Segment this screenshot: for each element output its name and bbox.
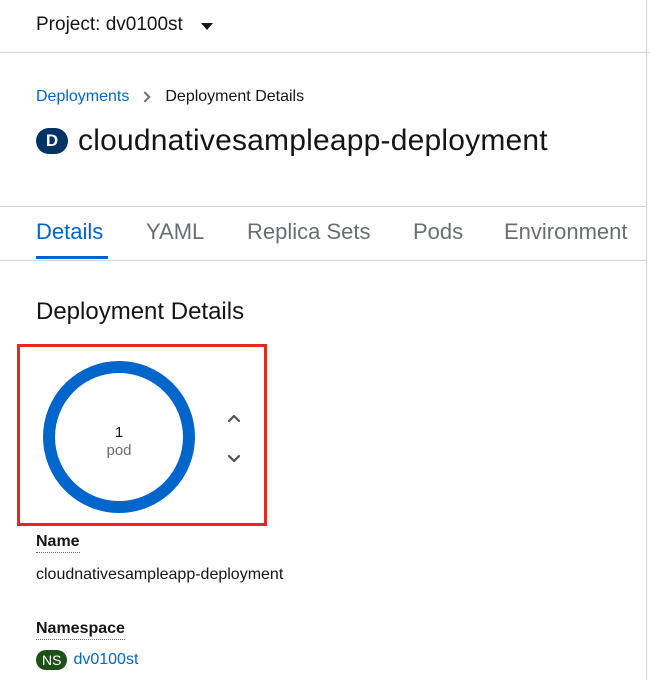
section-heading: Deployment Details	[36, 298, 245, 325]
breadcrumb-current: Deployment Details	[165, 88, 305, 105]
tab-yaml[interactable]: YAML	[146, 219, 204, 245]
angle-down-icon[interactable]	[225, 450, 243, 468]
tab-bar: Details YAML Replica Sets Pods Environme…	[0, 206, 647, 261]
page-edge-divider	[646, 0, 647, 680]
namespace-field-value: NS dv0100st	[36, 650, 138, 670]
namespace-resource-badge: NS	[36, 650, 68, 670]
namespace-link[interactable]: dv0100st	[73, 651, 138, 669]
pod-unit: pod	[106, 442, 132, 459]
name-field-value: cloudnativesampleapp-deployment	[36, 566, 284, 583]
project-selector-label: Project: dv0100st	[36, 14, 183, 35]
page-title: D cloudnativesampleapp-deployment	[36, 124, 548, 158]
chevron-right-icon	[139, 91, 152, 103]
project-selector-dropdown[interactable]: Project: dv0100st	[36, 14, 213, 36]
breadcrumb-link-deployments[interactable]: Deployments	[36, 88, 129, 106]
pod-count: 1	[114, 424, 124, 441]
tab-replica-sets[interactable]: Replica Sets	[247, 219, 371, 245]
tab-details[interactable]: Details	[36, 219, 103, 245]
caret-down-icon	[200, 22, 213, 30]
tab-environment[interactable]: Environment	[504, 219, 628, 245]
deployment-title: cloudnativesampleapp-deployment	[78, 124, 548, 157]
namespace-field-label: Namespace	[36, 620, 125, 640]
angle-up-icon[interactable]	[225, 409, 243, 427]
project-bar: Project: dv0100st	[0, 0, 650, 53]
active-tab-indicator	[36, 256, 108, 259]
name-field-label: Name	[36, 533, 80, 553]
deployment-resource-badge: D	[36, 128, 68, 154]
tab-pods[interactable]: Pods	[413, 219, 463, 245]
breadcrumb: Deployments Deployment Details	[36, 88, 304, 106]
